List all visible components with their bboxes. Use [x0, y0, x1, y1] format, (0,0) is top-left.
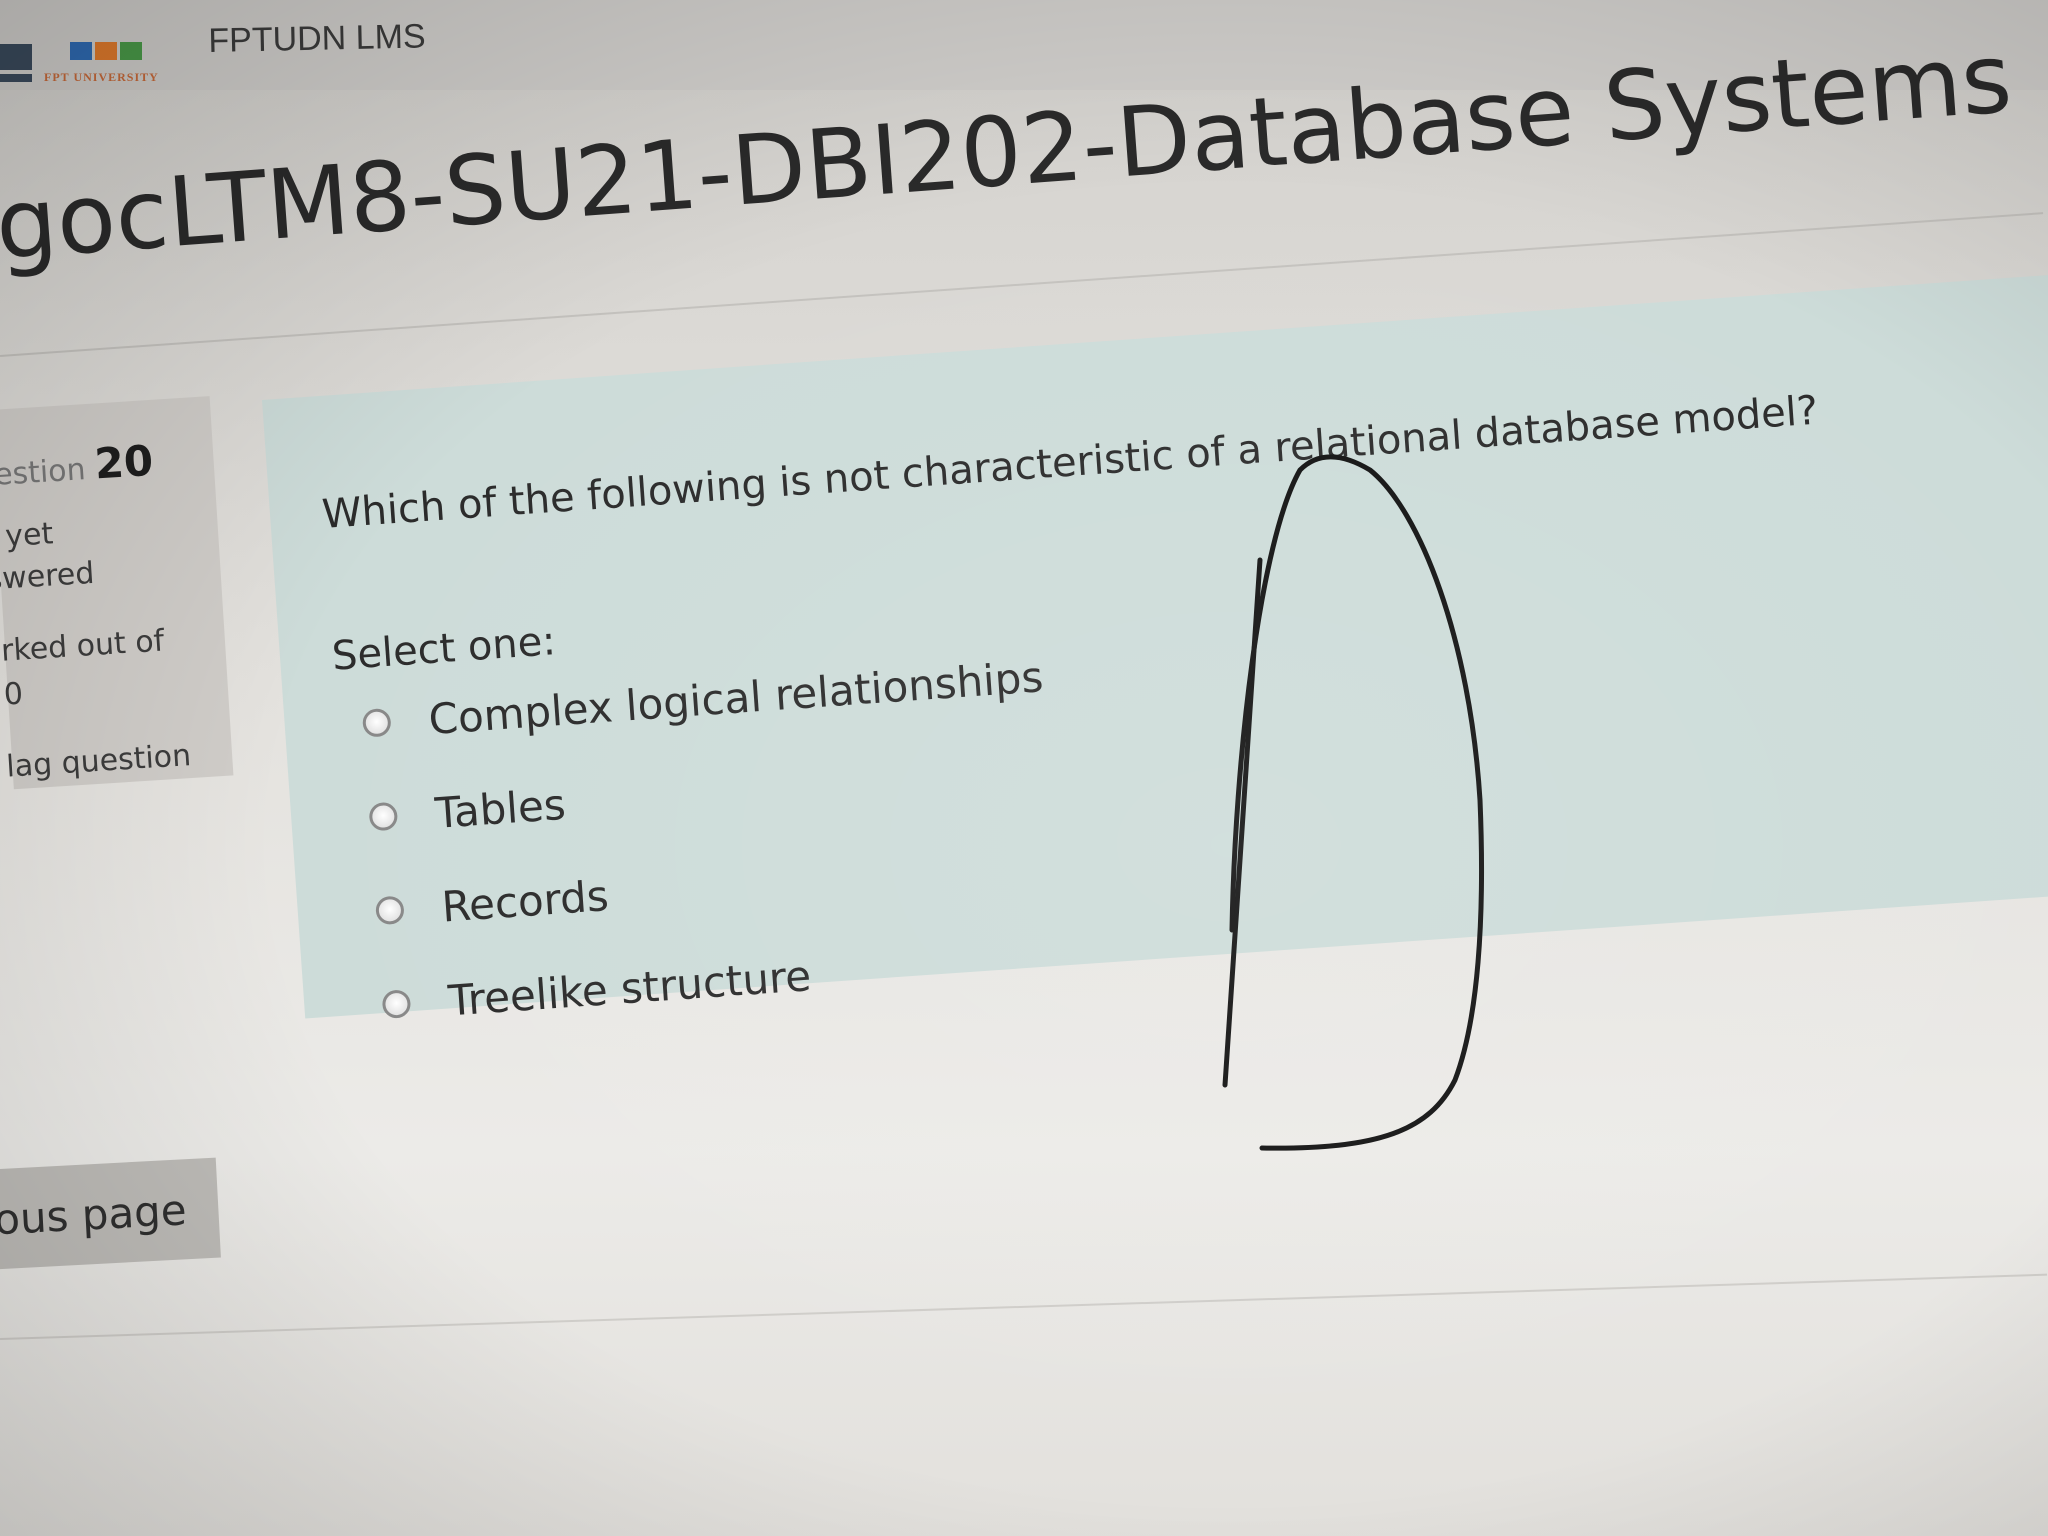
divider — [0, 1273, 2048, 1340]
logo-square-green — [120, 42, 142, 60]
previous-page-label: ious page — [0, 1185, 188, 1245]
answer-option-label: Treelike structure — [446, 950, 813, 1025]
question-number: estion 20 — [0, 436, 155, 495]
site-name[interactable]: FPTUDN LMS — [208, 17, 426, 61]
answer-option[interactable]: Treelike structure — [380, 945, 813, 1035]
logo-square-blue — [70, 42, 92, 60]
radio-button[interactable] — [374, 895, 405, 926]
question-label: estion — [0, 452, 87, 493]
logo-square-orange — [95, 42, 117, 60]
logo-block — [0, 44, 32, 70]
question-content-panel: Which of the following is not characteri… — [262, 270, 2048, 1025]
marks-text: rked out of — [0, 623, 166, 669]
answer-option-label: Records — [440, 870, 611, 932]
answer-option[interactable]: Records — [374, 865, 611, 941]
radio-button[interactable] — [381, 989, 412, 1020]
screen-photo: FPT UNIVERSITY FPTUDN LMS gocLTM8-SU21-D… — [0, 0, 2048, 1536]
status-text: swered — [0, 555, 96, 598]
question-number-value: 20 — [93, 435, 155, 489]
question-info-panel: estion 20 t yet swered rked out of 0 lag… — [0, 396, 234, 790]
fpt-logo-mark — [70, 38, 170, 66]
fpt-logo[interactable]: FPT UNIVERSITY — [0, 38, 210, 90]
radio-button[interactable] — [368, 801, 399, 832]
previous-page-button[interactable]: ious page — [0, 1157, 221, 1270]
answer-option[interactable]: Tables — [367, 774, 567, 848]
radio-button[interactable] — [361, 707, 392, 738]
answer-option-label: Tables — [433, 779, 568, 838]
marks-value: 0 — [2, 676, 25, 713]
question-text: Which of the following is not characteri… — [320, 387, 1820, 539]
status-text: t yet — [0, 516, 55, 555]
flag-question-link[interactable]: lag question — [5, 738, 192, 785]
select-one-label: Select one: — [330, 618, 558, 680]
logo-block — [0, 74, 32, 82]
logo-subtext: FPT UNIVERSITY — [44, 70, 159, 84]
